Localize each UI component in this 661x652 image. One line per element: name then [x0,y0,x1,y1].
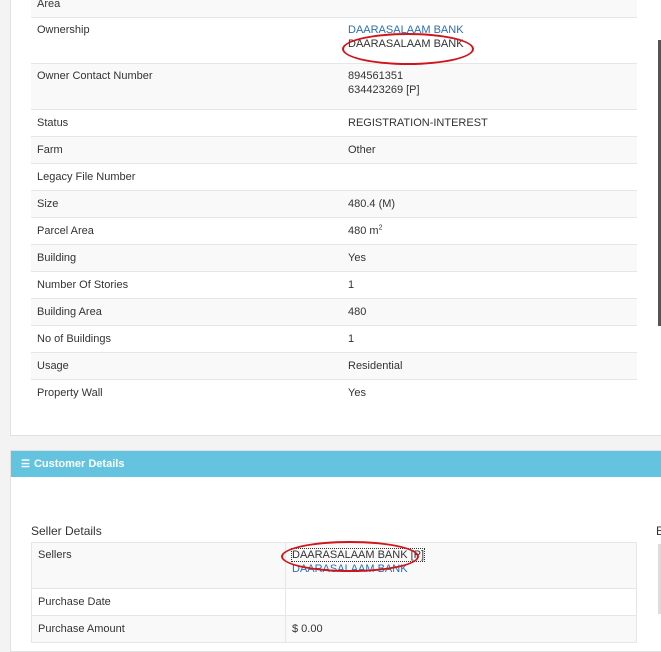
table-row: Sellers DAARASALAAM BANK [P] DAARASALAAM… [31,542,637,589]
row-label: Purchase Amount [31,615,286,643]
row-value: 480.4 (M) [342,190,637,218]
row-label: Farm [31,136,342,164]
sellers-value: DAARASALAAM BANK [P] DAARASALAAM BANK [285,542,637,589]
customer-details-title: Customer Details [33,458,125,470]
row-label: Building Area [31,298,342,326]
list-icon: ☰ [21,459,30,470]
table-row: Building Yes [31,244,637,272]
contact-number-primary: 894561351 [348,70,404,82]
row-value [342,0,637,18]
row-label: Usage [31,352,342,380]
contact-number-secondary: 634423269 [P] [348,84,420,96]
table-row: Status REGISTRATION-INTEREST [31,109,637,137]
row-value: Residential [342,352,637,380]
table-row: Building Area 480 [31,298,637,326]
row-label: Purchase Date [31,588,286,616]
table-row: Purchase Amount $ 0.00 [31,615,637,643]
row-label: Legacy File Number [31,163,342,191]
row-value: Other [342,136,637,164]
ownership-value: DAARASALAAM BANK DAARASALAAM BANK [342,17,637,64]
ownership-link[interactable]: DAARASALAAM BANK [348,23,631,37]
seller-primary-link[interactable]: DAARASALAAM BANK [P] [290,548,426,562]
row-value: 1 [342,325,637,353]
row-label: Ownership [31,17,342,64]
table-row: Farm Other [31,136,637,164]
row-value: 480 m2 [342,217,637,245]
row-label: Owner Contact Number [31,63,342,110]
table-row: No of Buildings 1 [31,325,637,353]
table-row: Area [31,0,637,18]
table-row: Owner Contact Number 894561351 634423269… [31,63,637,110]
row-value: 1 [342,271,637,299]
row-label: Sellers [31,542,286,589]
unit-superscript: 2 [378,224,383,232]
row-value: 480 [342,298,637,326]
table-row: Property Wall Yes [31,379,637,406]
seller-details-table: Sellers DAARASALAAM BANK [P] DAARASALAAM… [31,542,637,643]
row-value: Yes [342,379,637,406]
row-value: $ 0.00 [285,615,637,643]
row-value: Yes [342,244,637,272]
seller-details-title: Seller Details [31,524,102,538]
row-label: Property Wall [31,379,342,406]
table-row: Usage Residential [31,352,637,380]
row-label: Area [31,0,342,18]
row-value [285,588,637,616]
table-row: Purchase Date [31,588,637,616]
row-label: Number Of Stories [31,271,342,299]
row-label: Status [31,109,342,137]
row-value: REGISTRATION-INTEREST [342,109,637,137]
seller-primary[interactable]: DAARASALAAM BANK [P] [290,548,630,562]
table-row: Parcel Area 480 m2 [31,217,637,245]
row-value [342,163,637,191]
customer-details-header[interactable]: ☰ Customer Details [11,451,661,477]
row-label: Size [31,190,342,218]
row-label: No of Buildings [31,325,342,353]
property-details-table: Area Ownership DAARASALAAM BANK DAARASAL… [31,0,637,406]
ownership-text: DAARASALAAM BANK [348,38,464,50]
row-label: Building [31,244,342,272]
buyer-details-title-partial: B [656,524,661,538]
seller-secondary-link[interactable]: DAARASALAAM BANK [292,562,630,576]
contact-value: 894561351 634423269 [P] [342,63,637,110]
table-row: Ownership DAARASALAAM BANK DAARASALAAM B… [31,17,637,64]
table-row: Number Of Stories 1 [31,271,637,299]
table-row: Legacy File Number [31,163,637,191]
row-label: Parcel Area [31,217,342,245]
table-row: Size 480.4 (M) [31,190,637,218]
parcel-area-text: 480 m [348,225,379,237]
